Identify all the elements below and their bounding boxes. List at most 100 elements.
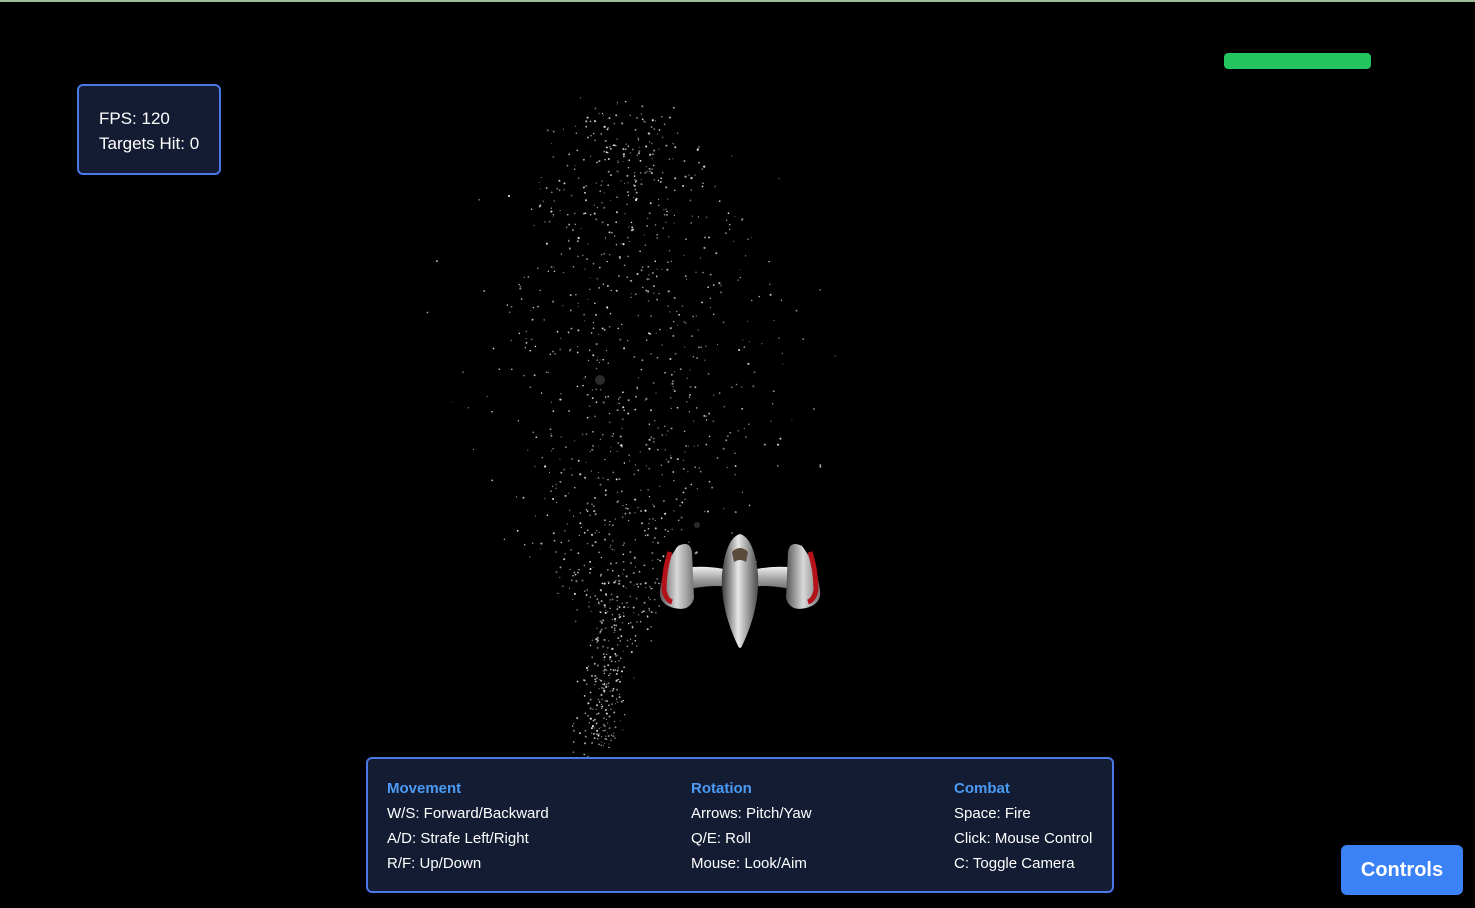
star	[643, 610, 645, 613]
star	[627, 519, 630, 522]
star	[589, 155, 592, 157]
star	[641, 105, 644, 108]
star	[658, 129, 661, 131]
star	[614, 669, 616, 671]
star	[748, 341, 750, 343]
star	[673, 296, 676, 300]
star	[648, 468, 650, 470]
star	[604, 611, 607, 614]
star	[611, 626, 613, 628]
star	[472, 448, 475, 450]
star	[588, 665, 590, 668]
star	[646, 628, 649, 631]
star	[562, 128, 564, 130]
star	[772, 403, 774, 405]
star	[626, 639, 629, 642]
star	[673, 189, 676, 192]
star	[599, 630, 602, 633]
star	[708, 435, 711, 438]
star	[663, 208, 665, 211]
star	[550, 210, 553, 213]
star	[615, 624, 618, 627]
star	[603, 150, 606, 153]
star	[574, 573, 577, 576]
star	[747, 238, 750, 241]
star	[610, 668, 612, 671]
star	[645, 289, 648, 292]
star	[593, 737, 596, 739]
star	[758, 295, 761, 298]
star	[579, 522, 582, 525]
star	[583, 313, 585, 316]
star	[600, 679, 603, 682]
star	[462, 371, 464, 373]
star	[610, 593, 613, 596]
star	[585, 185, 588, 187]
star	[622, 573, 624, 575]
star	[561, 585, 564, 588]
star	[611, 231, 613, 234]
star	[531, 542, 534, 545]
star	[601, 113, 604, 115]
star	[682, 491, 685, 494]
star	[606, 646, 609, 649]
controls-movement-line: A/D: Strafe Left/Right	[387, 830, 529, 847]
star	[576, 149, 579, 152]
star	[598, 160, 601, 163]
star	[645, 397, 648, 400]
star	[694, 466, 696, 468]
star	[608, 704, 610, 707]
star	[653, 128, 656, 131]
star	[710, 307, 712, 309]
star	[604, 538, 606, 541]
star	[627, 194, 630, 197]
star	[622, 729, 624, 731]
star	[571, 579, 573, 582]
star	[552, 410, 555, 412]
star	[566, 213, 569, 216]
star	[594, 513, 597, 516]
star	[639, 250, 641, 253]
star	[636, 154, 639, 156]
star	[650, 171, 653, 175]
star	[607, 664, 610, 667]
star	[633, 175, 636, 177]
star	[637, 138, 640, 140]
star	[605, 609, 607, 611]
star	[595, 638, 598, 641]
controls-toggle-button[interactable]: Controls	[1341, 845, 1463, 895]
star	[529, 310, 532, 312]
star	[633, 677, 635, 679]
star	[598, 333, 600, 335]
star	[612, 569, 614, 572]
star	[683, 254, 685, 256]
game-viewport[interactable]: FPS: 120 Targets Hit: 0 Movement W/S: Fo…	[0, 0, 1475, 908]
star	[592, 354, 595, 357]
star	[658, 204, 660, 206]
star	[600, 600, 603, 603]
star	[648, 278, 650, 280]
star	[618, 616, 621, 619]
star	[594, 107, 597, 110]
star	[637, 152, 641, 155]
star	[619, 720, 621, 722]
star	[623, 155, 625, 158]
star	[641, 266, 644, 268]
star	[636, 272, 639, 276]
star	[615, 562, 618, 564]
star	[680, 516, 683, 519]
star	[621, 676, 623, 678]
star	[594, 541, 597, 544]
star	[620, 490, 623, 493]
star	[585, 125, 588, 128]
star	[604, 670, 606, 672]
star	[650, 126, 653, 129]
star	[560, 253, 563, 255]
star	[644, 509, 647, 512]
star	[618, 582, 621, 585]
star	[585, 199, 587, 202]
star	[556, 187, 559, 190]
star	[587, 359, 590, 362]
star	[702, 182, 704, 185]
star	[651, 168, 654, 171]
